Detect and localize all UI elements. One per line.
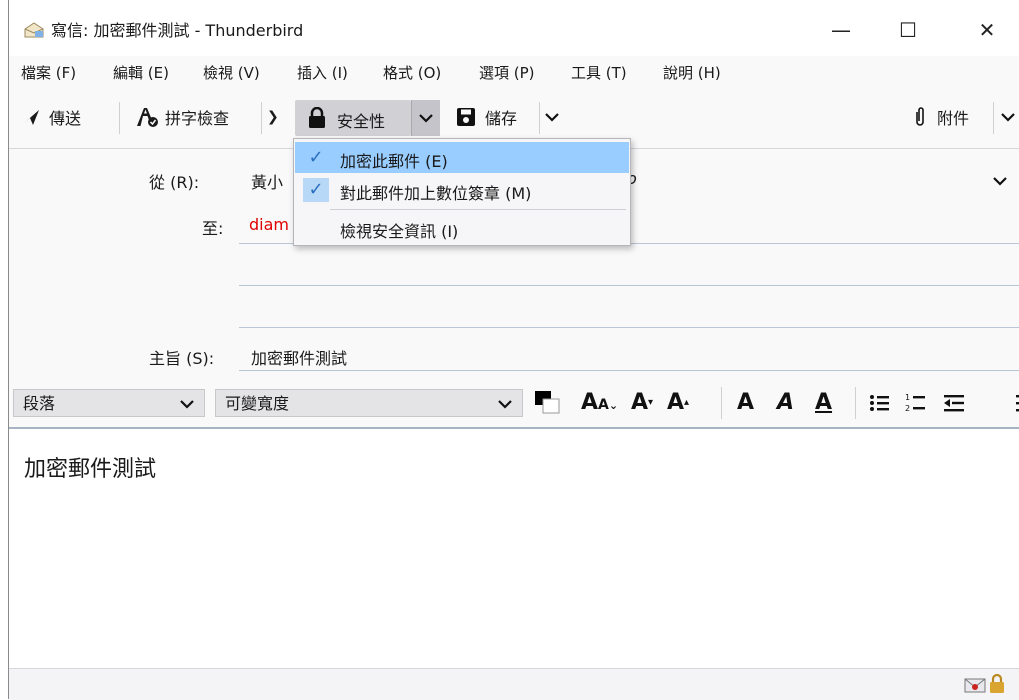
status-bar [9, 668, 1019, 700]
spell-check-label: 拼字檢查 [165, 109, 230, 128]
menu-item-encrypt[interactable]: ✓ 加密此郵件 (E) [295, 142, 629, 173]
lock-icon [309, 107, 325, 128]
decrease-font-size-icon[interactable]: A▾ [631, 389, 653, 417]
chevron-down-icon: ❯ [267, 109, 279, 125]
bold-icon[interactable]: A [737, 389, 754, 417]
message-body-text: 加密郵件測試 [24, 457, 157, 482]
checkmark-icon: ✓ [308, 147, 324, 168]
menu-item-sign-label: 對此郵件加上數位簽章 (M) [340, 184, 532, 203]
font-size-icon[interactable]: AA⌄ [581, 389, 618, 420]
attach-button[interactable]: 附件 [913, 100, 969, 134]
font-family-value: 可變寬度 [225, 394, 290, 413]
subject-input[interactable]: 加密郵件測試 [251, 345, 347, 369]
chevron-down-icon [498, 400, 512, 409]
menu-edit[interactable]: 編輯 (E) [113, 64, 169, 82]
maximize-button[interactable]: ☐ [885, 10, 931, 50]
message-body-editor[interactable]: 加密郵件測試 [9, 429, 1019, 667]
subject-label: 主旨 (S): [149, 349, 215, 368]
spell-check-button[interactable]: 拼字檢查 [135, 100, 229, 134]
attach-label: 附件 [937, 109, 970, 128]
numbered-list-icon[interactable]: 1 2 [905, 392, 927, 414]
text-color-icon[interactable] [533, 389, 563, 417]
menu-help[interactable]: 說明 (H) [663, 64, 721, 82]
recipient-row-underline[interactable] [239, 327, 1019, 328]
menu-tools[interactable]: 工具 (T) [571, 64, 627, 82]
svg-text:2: 2 [905, 404, 910, 413]
security-dropdown-button[interactable] [411, 100, 440, 136]
save-icon [457, 108, 475, 126]
toolbar-divider [261, 102, 262, 134]
menu-item-sign[interactable]: ✓ 對此郵件加上數位簽章 (M) [295, 174, 629, 205]
underline-icon[interactable]: A [815, 389, 832, 417]
chevron-down-icon [1001, 113, 1015, 122]
chevron-down-icon[interactable] [993, 176, 1007, 186]
spell-check-icon [137, 108, 158, 127]
menu-insert[interactable]: 插入 (I) [297, 64, 348, 82]
toolbar-divider [993, 102, 994, 134]
format-divider [855, 387, 856, 419]
recipient-row-underline[interactable] [239, 285, 1019, 286]
menu-options[interactable]: 選項 (P) [479, 64, 535, 82]
bullet-list-icon[interactable] [869, 393, 891, 413]
send-icon [23, 110, 39, 125]
encrypted-envelope-icon[interactable] [964, 677, 986, 693]
close-button[interactable]: ✕ [964, 10, 1010, 50]
chevron-down-icon [419, 114, 433, 123]
security-button[interactable]: 安全性 [295, 100, 411, 136]
to-recipient[interactable]: diam [249, 215, 289, 234]
outdent-icon[interactable] [943, 393, 965, 413]
security-label: 安全性 [337, 112, 386, 131]
minimize-button[interactable]: — [818, 10, 864, 50]
security-menu: ✓ 加密此郵件 (E) ✓ 對此郵件加上數位簽章 (M) 檢視安全資訊 (I) [293, 138, 631, 246]
subject-underline [239, 370, 1019, 371]
checkmark-icon: ✓ [303, 178, 329, 202]
window-title: 寫信: 加密郵件測試 - Thunderbird [51, 21, 304, 40]
to-label: 至: [202, 219, 224, 238]
send-label: 傳送 [49, 109, 82, 128]
italic-icon[interactable]: A [777, 389, 794, 417]
paragraph-format-select[interactable]: 段落 [13, 389, 205, 417]
svg-text:1: 1 [905, 393, 910, 402]
format-divider [721, 387, 722, 419]
signed-lock-icon[interactable] [989, 673, 1005, 693]
title-bar: 寫信: 加密郵件測試 - Thunderbird — ☐ ✕ [9, 0, 1019, 56]
from-value[interactable]: 黃小 [251, 169, 283, 193]
font-family-select[interactable]: 可變寬度 [215, 389, 523, 417]
compose-icon [24, 22, 44, 38]
menu-item-view-security-info-label: 檢視安全資訊 (I) [340, 222, 459, 241]
toolbar-divider [119, 102, 120, 134]
spell-check-dropdown[interactable]: ❯ [267, 100, 279, 134]
menu-bar: 檔案 (F) 編輯 (E) 檢視 (V) 插入 (I) 格式 (O) 選項 (P… [9, 56, 1019, 90]
menu-separator [330, 209, 626, 210]
send-button[interactable]: 傳送 [21, 100, 81, 134]
menu-view[interactable]: 檢視 (V) [203, 64, 260, 82]
save-label: 儲存 [485, 109, 518, 128]
attach-dropdown[interactable] [1001, 100, 1015, 134]
paragraph-format-value: 段落 [23, 394, 56, 413]
toolbar-divider [539, 102, 540, 134]
window-frame [0, 0, 9, 699]
menu-item-view-security-info[interactable]: 檢視安全資訊 (I) [295, 212, 629, 243]
menu-format[interactable]: 格式 (O) [383, 64, 441, 82]
from-label: 從 (R): [149, 173, 200, 192]
chevron-down-icon [180, 400, 194, 409]
chevron-down-icon [545, 113, 559, 122]
save-button[interactable]: 儲存 [455, 100, 517, 134]
paperclip-icon [916, 107, 924, 126]
increase-font-size-icon[interactable]: A▴ [667, 389, 689, 417]
format-toolbar: 段落 可變寬度 AA⌄ A▾ A▴ A A A 1 2 [9, 381, 1019, 429]
save-dropdown[interactable] [545, 100, 559, 134]
menu-file[interactable]: 檔案 (F) [21, 64, 76, 82]
menu-item-encrypt-label: 加密此郵件 (E) [340, 152, 448, 171]
